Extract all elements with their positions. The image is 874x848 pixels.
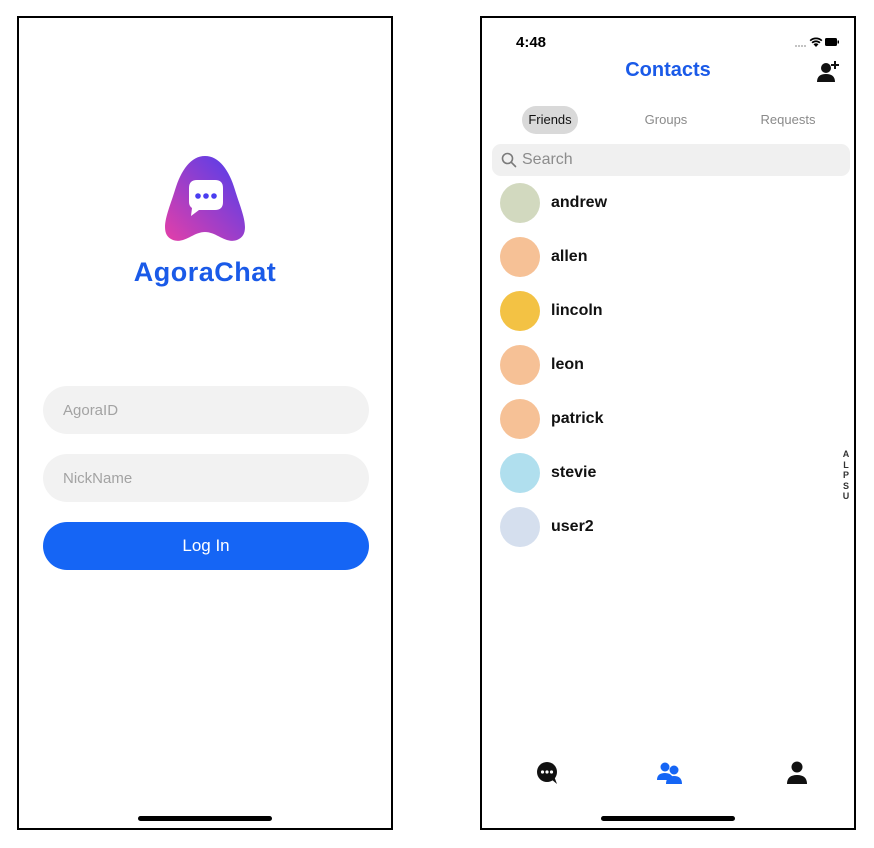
battery-icon — [825, 38, 839, 46]
contact-name: leon — [551, 356, 584, 373]
avatar — [500, 399, 540, 439]
bottom-nav — [482, 758, 854, 788]
avatar — [500, 507, 540, 547]
status-bar-time: 4:48 — [516, 34, 547, 51]
alphabet-index: A L P S U — [842, 449, 850, 502]
index-letter[interactable]: L — [842, 460, 850, 471]
login-button[interactable]: Log In — [43, 522, 369, 570]
contact-row-allen[interactable]: allen — [500, 237, 587, 277]
page-title: Contacts — [625, 59, 711, 81]
index-letter[interactable]: U — [842, 491, 850, 502]
contact-name: user2 — [551, 518, 594, 535]
contacts-screen: 4:48 Contacts Friends Groups Requests Se… — [480, 16, 856, 830]
contact-row-andrew[interactable]: andrew — [500, 183, 607, 223]
contact-row-stevie[interactable]: stevie — [500, 453, 596, 493]
index-letter[interactable]: P — [842, 470, 850, 481]
avatar — [500, 237, 540, 277]
contact-row-leon[interactable]: leon — [500, 345, 584, 385]
search-input[interactable]: Search — [492, 144, 850, 176]
index-letter[interactable]: S — [842, 481, 850, 492]
wifi-icon — [809, 37, 823, 47]
contact-name: stevie — [551, 464, 597, 481]
contact-row-lincoln[interactable]: lincoln — [500, 291, 603, 331]
contacts-icon[interactable] — [655, 758, 685, 788]
avatar — [500, 183, 540, 223]
agora-id-input[interactable] — [43, 386, 369, 434]
contact-row-patrick[interactable]: patrick — [500, 399, 603, 439]
chat-bubble-icon[interactable] — [532, 758, 562, 788]
index-letter[interactable]: A — [842, 449, 850, 460]
tab-groups[interactable]: Groups — [639, 106, 693, 134]
contacts-tabs: Friends Groups Requests — [482, 106, 854, 134]
app-brand-name: AgoraChat — [133, 257, 277, 287]
contact-name: patrick — [551, 410, 604, 427]
contact-name: allen — [551, 248, 588, 265]
agorachat-logo-icon — [159, 152, 251, 244]
nickname-input[interactable] — [43, 454, 369, 502]
search-icon — [501, 152, 517, 168]
contact-name: andrew — [551, 194, 608, 211]
contact-name: lincoln — [551, 302, 603, 319]
person-icon[interactable] — [782, 758, 812, 788]
login-screen: AgoraChat Log In — [17, 16, 393, 830]
home-indicator — [601, 816, 735, 821]
tab-requests[interactable]: Requests — [757, 106, 819, 134]
avatar — [500, 453, 540, 493]
tab-friends[interactable]: Friends — [522, 106, 578, 134]
avatar — [500, 291, 540, 331]
signal-icon — [795, 45, 806, 47]
contact-row-user2[interactable]: user2 — [500, 507, 594, 547]
home-indicator — [138, 816, 272, 821]
avatar — [500, 345, 540, 385]
add-contact-icon[interactable] — [816, 59, 842, 85]
search-placeholder: Search — [522, 151, 573, 168]
status-bar-icons — [794, 35, 840, 47]
